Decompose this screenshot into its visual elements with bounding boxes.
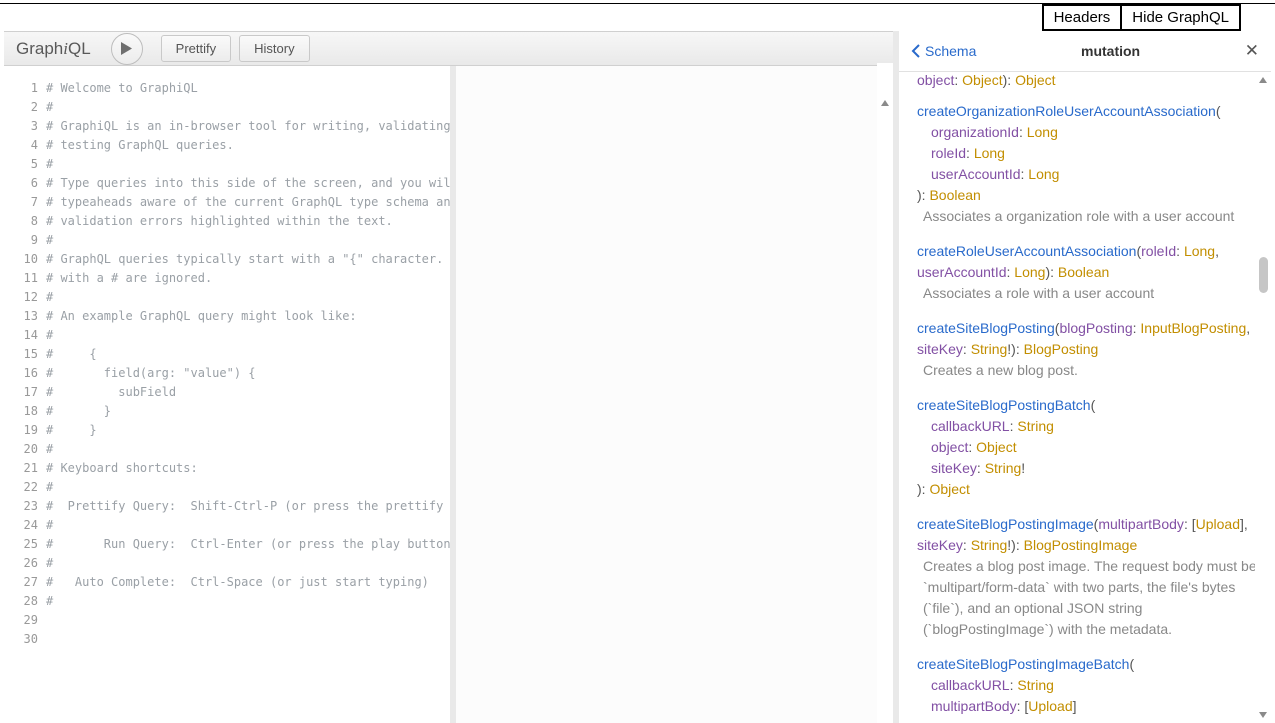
- graphiql-toolbar: GraphiQL Prettify History: [4, 31, 893, 66]
- query-code-area[interactable]: # Welcome to GraphiQL## GraphiQL is an i…: [46, 66, 450, 723]
- doc-field[interactable]: createSiteBlogPostingImageBatch( callbac…: [917, 654, 1257, 717]
- doc-field[interactable]: createOrganizationRoleUserAccountAssocia…: [917, 101, 1257, 227]
- play-icon: [121, 42, 132, 55]
- doc-field[interactable]: createSiteBlogPostingBatch( callbackURL:…: [917, 395, 1257, 500]
- chevron-left-icon: [911, 44, 920, 58]
- prettify-button[interactable]: Prettify: [161, 35, 231, 62]
- query-editor[interactable]: 1234567891011121314151617181920212223242…: [4, 66, 456, 723]
- scroll-down-icon[interactable]: [1257, 709, 1269, 721]
- doc-field-desc: Associates a role with a user account: [917, 283, 1257, 304]
- graphiql-logo: GraphiQL: [16, 39, 91, 59]
- doc-field[interactable]: object: Object): Object: [917, 72, 1257, 91]
- scroll-up-icon[interactable]: [1257, 74, 1269, 86]
- doc-close-button[interactable]: ✕: [1245, 41, 1259, 61]
- scroll-up-icon[interactable]: [879, 97, 891, 109]
- hide-graphql-button[interactable]: Hide GraphQL: [1120, 4, 1241, 31]
- doc-title: mutation: [1081, 43, 1140, 59]
- doc-field[interactable]: createRoleUserAccountAssociation(roleId:…: [917, 241, 1257, 304]
- doc-field-desc: Associates a organization role with a us…: [917, 206, 1257, 227]
- history-button[interactable]: History: [239, 35, 309, 62]
- doc-field-desc: Creates a new blog post.: [917, 360, 1257, 381]
- scrollbar-thumb[interactable]: [1259, 257, 1268, 293]
- doc-scrollbar[interactable]: [1255, 72, 1271, 723]
- execute-button[interactable]: [111, 33, 143, 65]
- doc-explorer: Schema mutation ✕ object: Object): Objec…: [899, 31, 1271, 723]
- result-viewer: [456, 66, 893, 723]
- headers-button[interactable]: Headers: [1042, 4, 1123, 31]
- doc-back-button[interactable]: Schema: [911, 43, 976, 59]
- doc-field-desc: Creates a blog post image. The request b…: [917, 556, 1257, 640]
- doc-field[interactable]: createSiteBlogPostingImage(multipartBody…: [917, 514, 1257, 640]
- editor-scrollbar[interactable]: [877, 63, 893, 723]
- line-gutter: 1234567891011121314151617181920212223242…: [4, 66, 46, 723]
- doc-field[interactable]: createSiteBlogPosting(blogPosting: Input…: [917, 318, 1257, 381]
